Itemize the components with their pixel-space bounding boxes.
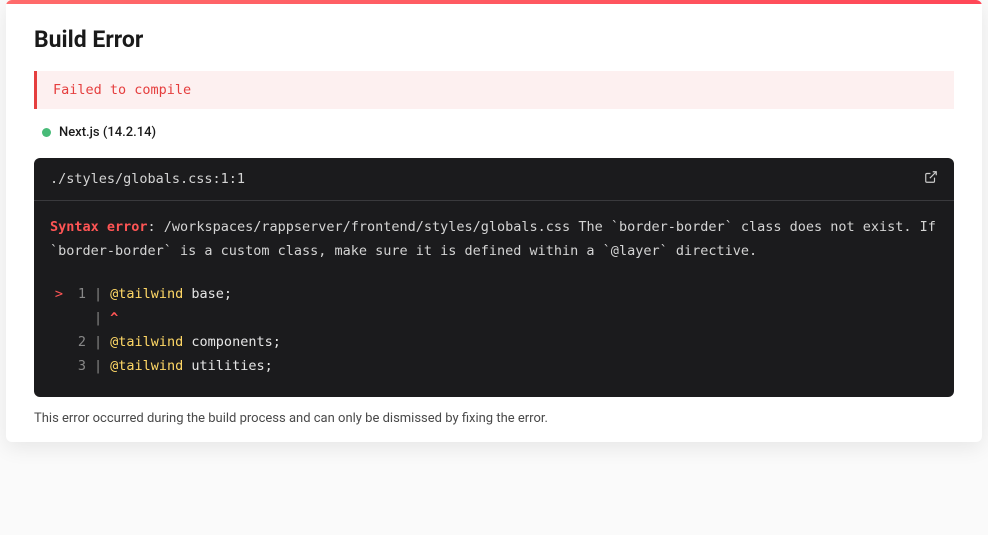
line-number: 2: [68, 330, 86, 354]
error-card: Build Error Failed to compile Next.js (1…: [6, 0, 982, 442]
framework-label: Next.js (14.2.14): [59, 125, 156, 140]
code-text: base;: [183, 282, 232, 306]
code-block: ./styles/globals.css:1:1 Syntax error: /…: [34, 158, 954, 397]
gutter-pipe: |: [86, 354, 110, 378]
line-number: [68, 306, 86, 330]
gutter-pipe: |: [86, 282, 110, 306]
line-number: 1: [68, 282, 86, 306]
caret-icon: ^: [110, 306, 118, 330]
card-content: Build Error Failed to compile Next.js (1…: [6, 4, 982, 442]
code-text: utilities;: [183, 354, 272, 378]
code-keyword: @tailwind: [110, 354, 183, 378]
code-text: components;: [183, 330, 281, 354]
gutter-pipe: |: [86, 306, 110, 330]
code-header: ./styles/globals.css:1:1: [34, 158, 954, 201]
framework-info: Next.js (14.2.14): [34, 125, 954, 140]
line-number: 3: [68, 354, 86, 378]
code-lines: >1|@tailwind base; |^2|@tailwind compone…: [50, 282, 938, 379]
file-location: ./styles/globals.css:1:1: [50, 171, 245, 187]
code-line: 3|@tailwind utilities;: [50, 354, 938, 378]
compile-alert: Failed to compile: [34, 71, 954, 109]
external-link-icon: [924, 170, 938, 184]
error-label: Syntax error: [50, 219, 148, 235]
status-dot-icon: [42, 128, 51, 137]
code-keyword: @tailwind: [110, 330, 183, 354]
gutter-pipe: |: [86, 330, 110, 354]
code-keyword: @tailwind: [110, 282, 183, 306]
open-external-button[interactable]: [924, 170, 938, 188]
code-body: Syntax error: /workspaces/rappserver/fro…: [34, 201, 954, 397]
footer-note: This error occurred during the build pro…: [34, 411, 954, 426]
code-line: |^: [50, 306, 938, 330]
code-line: >1|@tailwind base;: [50, 282, 938, 306]
error-message: : /workspaces/rappserver/frontend/styles…: [50, 219, 936, 259]
alert-text: Failed to compile: [53, 82, 938, 98]
error-message-line: Syntax error: /workspaces/rappserver/fro…: [50, 215, 938, 264]
code-line: 2|@tailwind components;: [50, 330, 938, 354]
page-title: Build Error: [34, 26, 954, 53]
error-pointer-icon: >: [50, 282, 68, 306]
